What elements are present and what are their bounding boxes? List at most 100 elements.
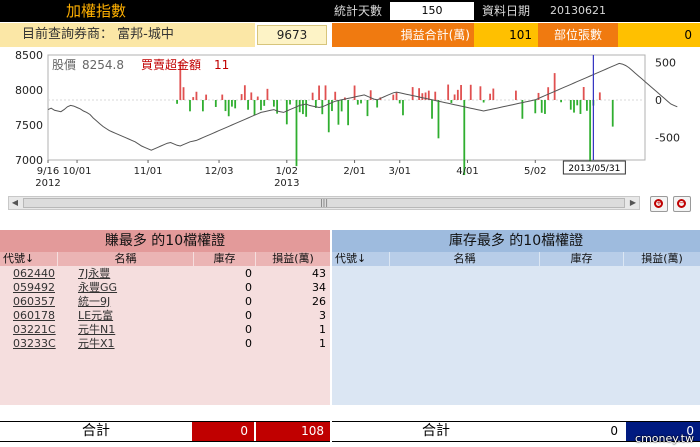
sell-bar (347, 100, 350, 126)
buy-bar (240, 94, 243, 100)
buy-bar (392, 94, 395, 100)
warrant-name-link[interactable]: 永豐GG (78, 281, 178, 295)
sell-bar (201, 100, 204, 112)
sell-bar (260, 100, 262, 111)
sell-bar (356, 100, 359, 105)
top-inventory-title: 庫存最多 的10檔權證 (332, 230, 700, 252)
buy-bar (456, 89, 459, 100)
col-pl[interactable]: 損益(萬) (256, 252, 330, 266)
x-tick-label: 12/03 (205, 166, 234, 177)
buy-bar (192, 97, 195, 100)
zoom-out-button[interactable]: − (673, 196, 691, 212)
warrant-name-link[interactable]: 7J永豐 (78, 267, 178, 281)
buy-bar (395, 92, 398, 100)
buy-bar (598, 92, 601, 100)
x-tick-label: 1/02 (276, 166, 298, 177)
right-total-inventory: 0 (540, 422, 624, 441)
sell-bar (305, 100, 308, 117)
buy-bar (324, 85, 327, 100)
broker-id-input[interactable]: 9673 (257, 25, 327, 45)
x-tick-label: 5/02 (524, 166, 546, 177)
x-tick-label: 2/01 (343, 166, 365, 177)
buy-bar (479, 86, 482, 100)
sell-bar (272, 100, 275, 107)
col-name[interactable]: 名稱 (390, 252, 540, 266)
sell-bar (569, 100, 572, 110)
col-inventory[interactable]: 庫存 (194, 252, 256, 266)
col-code-sort[interactable]: 代號↓ (332, 252, 390, 266)
warrant-code-link[interactable]: 03233C (13, 337, 73, 351)
buy-bar (311, 92, 314, 100)
warrant-code-link[interactable]: 03221C (13, 323, 73, 337)
warrant-name-link[interactable]: LE元富 (78, 309, 178, 323)
sell-bar (586, 100, 588, 111)
warrant-code-link[interactable]: 059492 (13, 281, 73, 295)
top-profit-title: 賺最多 的10檔權證 (0, 230, 330, 252)
sell-bar (227, 100, 230, 117)
price-chart[interactable]: 85008000750070005000-5002013/05/319/1620… (0, 50, 700, 195)
buy-bar (411, 87, 414, 100)
x-tick-label: 9/16 (37, 166, 59, 177)
sell-bar (437, 100, 440, 139)
warrant-name-link[interactable]: 元牛N1 (78, 323, 178, 337)
x-tick-label: 3/01 (389, 166, 411, 177)
buy-bar (256, 96, 259, 100)
buy-bar (492, 88, 495, 100)
sell-bar (340, 100, 343, 112)
sell-bar (231, 100, 233, 107)
top-inventory-warrants-panel: 庫存最多 的10檔權證 代號↓ 名稱 庫存 損益(萬) (332, 230, 700, 405)
stat-days-input[interactable]: 150 (390, 2, 474, 20)
broker-label: 目前查詢券商： 富邦-城中 (0, 23, 255, 47)
sell-bar (573, 100, 575, 113)
buy-bar (182, 87, 185, 100)
left-total-pl: 108 (256, 422, 330, 441)
sell-bar (214, 100, 217, 107)
stat-days-label: 統計天數 (333, 4, 382, 18)
position-value: 0 (618, 23, 700, 47)
buy-bar (469, 84, 472, 100)
zoom-in-button[interactable]: + (650, 196, 668, 212)
left-total-label: 合計 (0, 422, 192, 441)
sell-bar (611, 100, 614, 127)
chart-scrollbar[interactable]: ◀ ||| ▶ (8, 196, 640, 210)
scroll-right-arrow-icon[interactable]: ▶ (627, 197, 639, 209)
broker-bar: 目前查詢券商： 富邦-城中 9673 損益合計(萬) 101 部位張數 0 (0, 23, 700, 47)
col-code-sort[interactable]: 代號↓ (0, 252, 58, 266)
col-pl[interactable]: 損益(萬) (624, 252, 700, 266)
warrant-name-link[interactable]: 元牛X1 (78, 337, 178, 351)
buy-bar (434, 91, 437, 100)
left-total-bar: 合計 0 108 (0, 421, 330, 442)
pl-cell: 26 (312, 295, 326, 308)
top-header-bar: 加權指數 統計天數 150 資料日期 20130621 (0, 0, 700, 22)
inventory-cell: 0 (245, 323, 252, 336)
scroll-thumb[interactable]: ||| (23, 198, 625, 208)
price-chart-area[interactable]: 8500 8000 7500 7000 500 0 -500 2013/05/31 9/16 20… (0, 50, 700, 195)
inventory-cell: 0 (245, 309, 252, 322)
buy-bar (250, 92, 253, 100)
top-profit-columns: 代號↓ 名稱 庫存 損益(萬) (0, 252, 330, 266)
sell-bar (589, 100, 592, 169)
sell-bar (544, 100, 546, 114)
sell-bar (579, 100, 582, 114)
sell-bar (366, 100, 369, 117)
x-tick-label: 11/01 (134, 166, 163, 177)
warrant-name-link[interactable]: 統一9J (78, 295, 178, 309)
col-inventory[interactable]: 庫存 (540, 252, 624, 266)
warrant-code-link[interactable]: 060178 (13, 309, 73, 323)
buy-bar (369, 90, 372, 100)
zoom-out-icon: − (677, 199, 686, 208)
warrant-code-link[interactable]: 060357 (13, 295, 73, 309)
sell-bar (253, 100, 256, 116)
x-tick-label: 10/01 (63, 166, 92, 177)
scroll-left-arrow-icon[interactable]: ◀ (9, 197, 21, 209)
col-name[interactable]: 名稱 (58, 252, 194, 266)
buy-bar (418, 88, 421, 100)
buy-bar (460, 84, 462, 100)
sell-bar (450, 100, 453, 103)
y-right-tick-label: 500 (655, 57, 676, 70)
warrant-code-link[interactable]: 062440 (13, 267, 73, 281)
buy-bar (205, 94, 208, 100)
index-title: 加權指數 (66, 2, 127, 20)
pl-cell: 1 (319, 337, 326, 350)
buy-bar (243, 85, 246, 100)
